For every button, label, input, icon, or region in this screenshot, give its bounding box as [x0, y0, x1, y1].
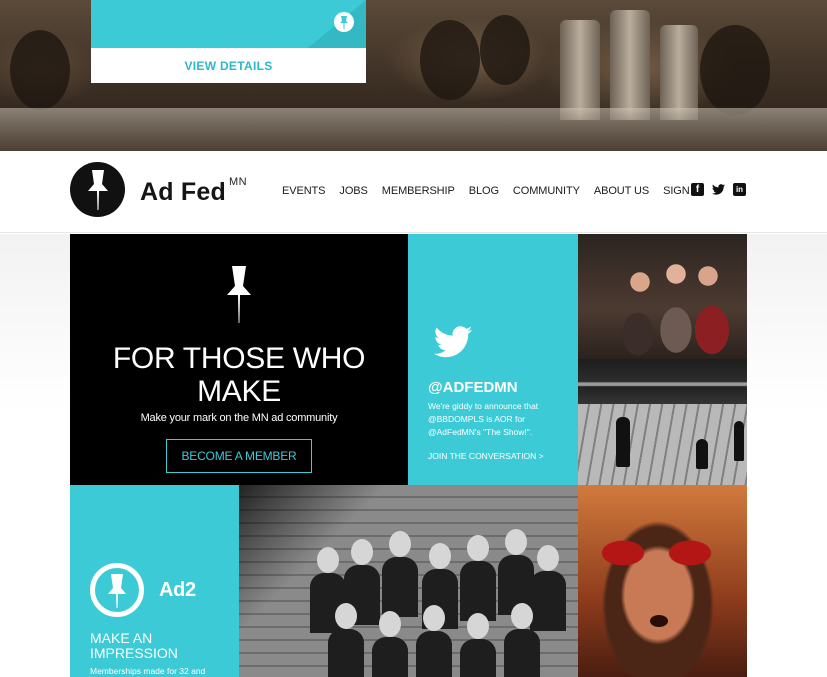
hero-banner-photo: VIEW DETAILS: [0, 0, 827, 151]
nav-jobs[interactable]: JOBS: [339, 185, 367, 197]
brand-name: Ad Fed: [140, 178, 226, 206]
ad2-logo-icon: [90, 563, 144, 617]
tweet-text: We're giddy to announce that @BBDOMPLS i…: [428, 401, 539, 437]
headline-line-1: FOR THOSE WHO: [112, 342, 366, 375]
twitter-feed-tile: @ADFEDMN We're giddy to announce that @B…: [408, 234, 578, 485]
membership-promo-tile: FOR THOSE WHO MAKE Make your mark on the…: [70, 234, 408, 485]
twitter-handle[interactable]: @ADFEDMN: [428, 379, 518, 396]
main-nav: EVENTS JOBS MEMBERSHIP BLOG COMMUNITY AB…: [282, 185, 717, 197]
linkedin-icon[interactable]: in: [733, 183, 746, 196]
join-conversation-link[interactable]: JOIN THE CONVERSATION >: [428, 451, 544, 461]
pushpin-icon: [334, 12, 354, 32]
featured-event-card: VIEW DETAILS: [91, 0, 366, 83]
pushpin-icon: [227, 266, 251, 323]
become-member-button[interactable]: BECOME A MEMBER: [166, 439, 312, 473]
ad2-logo-text: Ad2: [159, 579, 196, 601]
ad2-title: MAKE AN IMPRESSION: [90, 630, 178, 661]
promo-subtitle: Make your mark on the MN ad community: [140, 412, 338, 424]
social-links: f in: [691, 183, 746, 196]
nav-community[interactable]: COMMUNITY: [513, 185, 580, 197]
facebook-icon[interactable]: f: [691, 183, 704, 196]
portrait-photo: [578, 485, 747, 677]
pushpin-icon: [87, 169, 108, 210]
view-details-button[interactable]: VIEW DETAILS: [91, 48, 366, 83]
promo-headline: FOR THOSE WHO MAKE: [70, 342, 408, 408]
brand-suffix: MN: [229, 176, 248, 188]
twitter-icon[interactable]: [712, 183, 725, 196]
ad2-description: Memberships made for 32 and: [90, 666, 206, 676]
nav-membership[interactable]: MEMBERSHIP: [382, 185, 455, 197]
ad2-promo-tile: Ad2 MAKE AN IMPRESSION Memberships made …: [70, 485, 239, 677]
adfed-logo[interactable]: [70, 162, 125, 217]
members-event-photo: [578, 234, 747, 359]
twitter-bird-icon: [433, 326, 473, 358]
group-photo: [239, 485, 578, 677]
nav-about-us[interactable]: ABOUT US: [594, 185, 649, 197]
bowling-event-photo: [578, 359, 747, 485]
nav-blog[interactable]: BLOG: [469, 185, 499, 197]
nav-events[interactable]: EVENTS: [282, 185, 326, 197]
site-header: Ad Fed MN EVENTS JOBS MEMBERSHIP BLOG CO…: [0, 151, 827, 233]
event-card-header: [91, 0, 366, 48]
headline-line-2: MAKE: [197, 375, 281, 408]
